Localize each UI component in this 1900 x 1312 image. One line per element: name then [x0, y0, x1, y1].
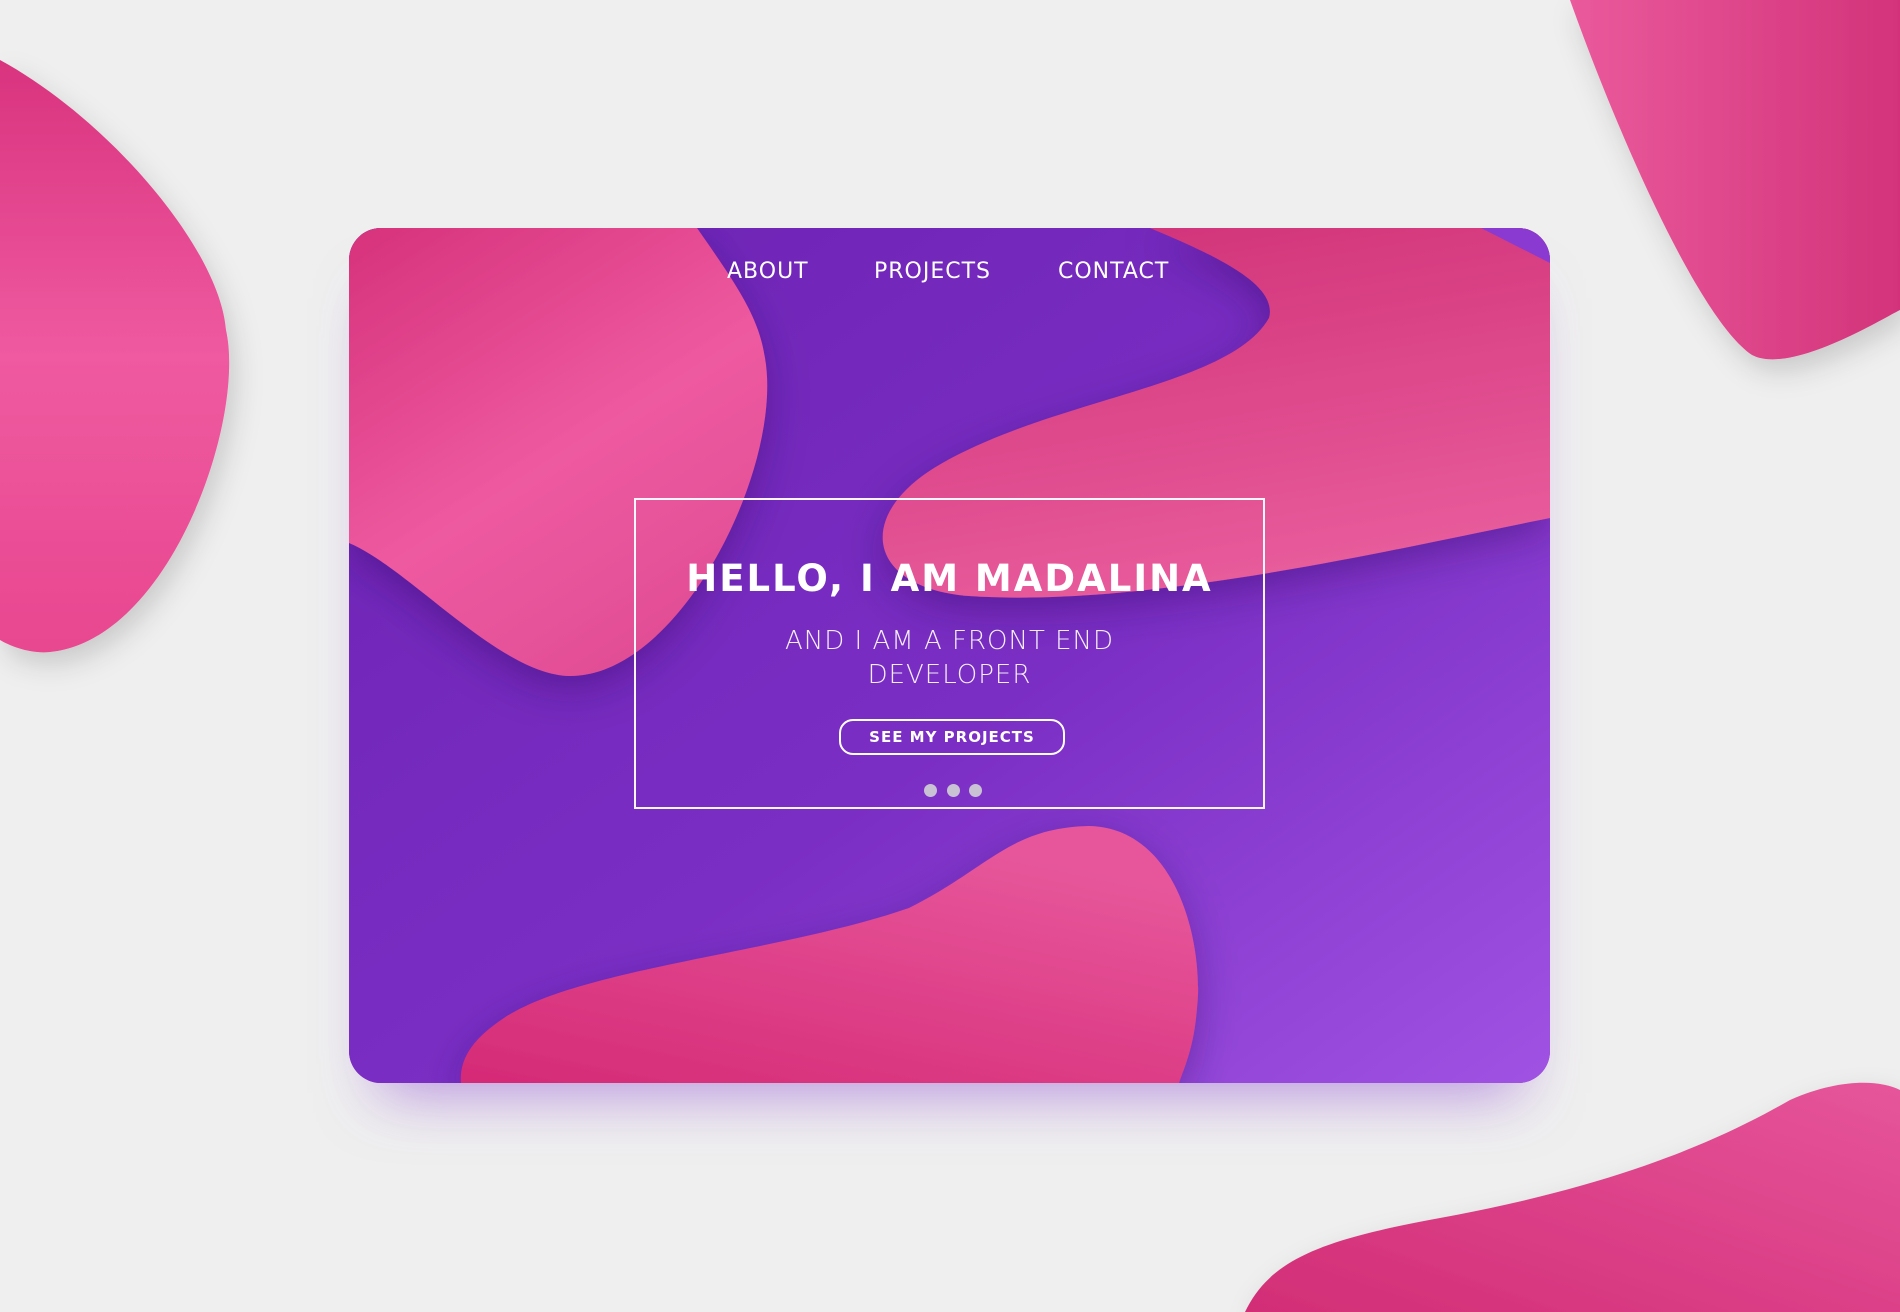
carousel-dot-2[interactable] [947, 784, 960, 797]
hero-card: ABOUT PROJECTS CONTACT HELLO, I AM MADAL… [349, 228, 1550, 1083]
hero-title: HELLO, I AM MADALINA [686, 557, 1213, 600]
nav-about-link[interactable]: ABOUT [727, 252, 809, 292]
blob-bottom-right [1245, 1082, 1900, 1312]
blob-top-left [0, 60, 230, 653]
carousel-dot-1[interactable] [924, 784, 937, 797]
hero-subtitle: AND I AM A FRONT END DEVELOPER [785, 626, 1114, 690]
see-my-projects-button[interactable]: SEE MY PROJECTS [839, 719, 1065, 755]
hero-frame: HELLO, I AM MADALINA AND I AM A FRONT EN… [634, 498, 1265, 809]
carousel-dot-3[interactable] [969, 784, 982, 797]
nav-projects-link[interactable]: PROJECTS [874, 252, 991, 292]
blob-top-right [1570, 0, 1900, 360]
main-navigation: ABOUT PROJECTS CONTACT [349, 252, 1550, 292]
carousel-dots [924, 784, 984, 798]
nav-contact-link[interactable]: CONTACT [1058, 252, 1169, 292]
